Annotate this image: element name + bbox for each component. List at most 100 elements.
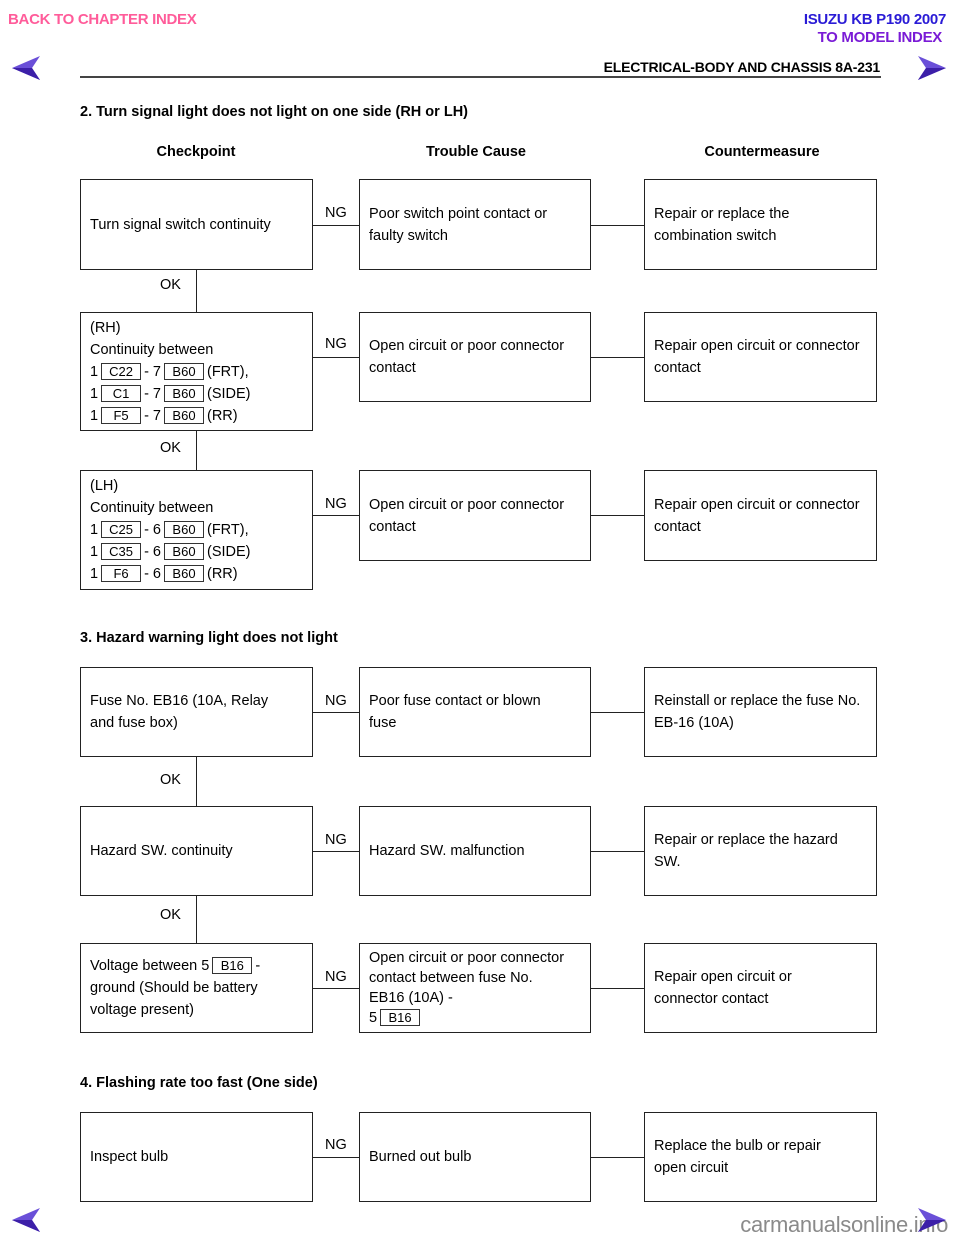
trouble-cause-box: Hazard SW. malfunction xyxy=(359,806,591,896)
cause-counter-line xyxy=(591,515,644,517)
checkpoint-text: Turn signal switch continuity xyxy=(90,216,271,233)
right-arrow-icon[interactable] xyxy=(914,54,948,82)
ng-label: NG xyxy=(325,693,347,709)
countermeasure-box: Repair open circuit or connector contact xyxy=(644,312,877,402)
column-header-checkpoint: Checkpoint xyxy=(156,144,236,160)
ok-label: OK xyxy=(160,907,181,923)
cause-text: Burned out bulb xyxy=(369,1149,472,1165)
connector-code: F5 xyxy=(101,407,142,424)
connector-code: F6 xyxy=(101,565,142,582)
ng-label: NG xyxy=(325,832,347,848)
ok-label: OK xyxy=(160,772,181,788)
checkpoint-head: (LH) xyxy=(90,478,119,494)
connector-code: B60 xyxy=(164,521,204,538)
ng-connector-line xyxy=(313,357,359,359)
connector-code: B60 xyxy=(164,407,204,424)
trouble-cause-box: Poor switch point contact or faulty swit… xyxy=(359,179,591,270)
cause-text: Open circuit or poor connector contact xyxy=(369,496,565,535)
model-title-link[interactable]: ISUZU KB P190 2007 xyxy=(804,11,946,28)
page-header: ELECTRICAL-BODY AND CHASSIS 8A-231 xyxy=(603,59,881,75)
ok-connector-line xyxy=(196,896,198,943)
column-header-trouble-cause: Trouble Cause xyxy=(426,144,526,160)
ng-connector-line xyxy=(313,851,359,853)
ng-connector-line xyxy=(313,1157,359,1159)
ok-connector-line xyxy=(196,270,198,312)
connector-code: C1 xyxy=(101,385,142,402)
ok-connector-line xyxy=(196,757,198,806)
trouble-cause-box: Open circuit or poor connector contact xyxy=(359,470,591,561)
ok-label: OK xyxy=(160,277,181,293)
connector-code: B60 xyxy=(164,565,204,582)
checkpoint-text: ground (Should be battery voltage presen… xyxy=(90,980,258,1018)
to-model-index-link[interactable]: TO MODEL INDEX xyxy=(818,29,943,46)
checkpoint-box-lh: (LH) Continuity between 1 C25- 6 B60 (FRT),… xyxy=(80,470,313,590)
connector-code: B16 xyxy=(212,957,253,974)
ng-connector-line xyxy=(313,712,359,714)
connector-code: C35 xyxy=(101,543,142,560)
countermeasure-text: Repair open circuit or connector contact xyxy=(654,338,860,376)
checkpoint-box-rh: (RH) Continuity between 1 C22- 7 B60 (FRT),… xyxy=(80,312,313,431)
left-arrow-icon[interactable] xyxy=(10,1206,44,1234)
trouble-cause-box: Open circuit or poor connector contact b… xyxy=(359,943,591,1033)
checkpoint-box: Inspect bulb xyxy=(80,1112,313,1202)
left-arrow-icon[interactable] xyxy=(10,54,44,82)
section-4-title: 4. Flashing rate too fast (One side) xyxy=(80,1075,318,1091)
cause-counter-line xyxy=(591,712,644,714)
checkpoint-text: Inspect bulb xyxy=(90,1149,169,1165)
countermeasure-box: Replace the bulb or repair open circuit xyxy=(644,1112,877,1202)
checkpoint-box: Turn signal switch continuity xyxy=(80,179,313,270)
ng-label: NG xyxy=(325,496,347,512)
countermeasure-box: Repair open circuit or connector contact xyxy=(644,470,877,561)
cause-text: Open circuit or poor connector contact xyxy=(369,338,565,376)
checkpoint-text: Fuse No. EB16 (10A, Relay and fuse box) xyxy=(90,693,269,731)
checkpoint-box: Hazard SW. continuity xyxy=(80,806,313,896)
back-to-chapter-index-link[interactable]: BACK TO CHAPTER INDEX xyxy=(8,11,197,28)
checkpoint-text: Voltage between 5 xyxy=(90,958,210,974)
trouble-cause-box: Open circuit or poor connector contact xyxy=(359,312,591,402)
connector-line: 1 C1- 7 B60 (SIDE) xyxy=(90,385,251,402)
connector-code: B60 xyxy=(164,363,204,380)
connector-code: C25 xyxy=(101,521,142,538)
cause-counter-line xyxy=(591,1157,644,1159)
checkpoint-text: - xyxy=(255,958,261,974)
ng-label: NG xyxy=(325,1137,347,1153)
cause-text: Hazard SW. malfunction xyxy=(369,843,525,859)
cause-counter-line xyxy=(591,357,644,359)
countermeasure-box: Repair open circuit or connector contact xyxy=(644,943,877,1033)
ng-label: NG xyxy=(325,969,347,985)
checkpoint-head: (RH) xyxy=(90,320,121,336)
ng-label: NG xyxy=(325,336,347,352)
connector-line: 1 C22- 7 B60 (FRT), xyxy=(90,363,249,380)
countermeasure-text: Repair or replace the combination switch xyxy=(654,205,790,244)
ok-connector-line xyxy=(196,431,198,470)
right-arrow-icon[interactable] xyxy=(914,1206,948,1234)
countermeasure-box: Repair or replace the hazard SW. xyxy=(644,806,877,896)
countermeasure-text: Repair open circuit or connector contact xyxy=(654,496,860,535)
connector-line: 1 C25- 6 B60 (FRT), xyxy=(90,521,249,538)
connector-line: 1 F6- 6 B60 (RR) xyxy=(90,565,238,582)
ng-label: NG xyxy=(325,205,347,221)
connector-code: B16 xyxy=(380,1009,421,1026)
checkpoint-sub: Continuity between xyxy=(90,342,214,358)
trouble-cause-box: Poor fuse contact or blown fuse xyxy=(359,667,591,757)
cause-text: Open circuit or poor connector contact b… xyxy=(369,950,565,1006)
cause-text: Poor switch point contact or faulty swit… xyxy=(369,205,548,244)
connector-code: B60 xyxy=(164,543,204,560)
ng-connector-line xyxy=(313,988,359,990)
cause-counter-line xyxy=(591,225,644,227)
cause-text: Poor fuse contact or blown fuse xyxy=(369,693,541,731)
countermeasure-text: Repair or replace the hazard SW. xyxy=(654,832,838,870)
countermeasure-text: Replace the bulb or repair open circuit xyxy=(654,1138,821,1176)
ng-connector-line xyxy=(313,515,359,517)
column-header-countermeasure: Countermeasure xyxy=(704,144,820,160)
header-divider xyxy=(80,76,881,78)
ok-label: OK xyxy=(160,440,181,456)
countermeasure-text: Repair open circuit or connector contact xyxy=(654,969,792,1007)
countermeasure-box: Reinstall or replace the fuse No. EB-16 … xyxy=(644,667,877,757)
checkpoint-text: Hazard SW. continuity xyxy=(90,843,233,859)
connector-line: 1 C35- 6 B60 (SIDE) xyxy=(90,543,251,560)
section-2-title: 2. Turn signal light does not light on o… xyxy=(80,104,468,120)
connector-code: B60 xyxy=(164,385,204,402)
cause-counter-line xyxy=(591,988,644,990)
trouble-cause-box: Burned out bulb xyxy=(359,1112,591,1202)
